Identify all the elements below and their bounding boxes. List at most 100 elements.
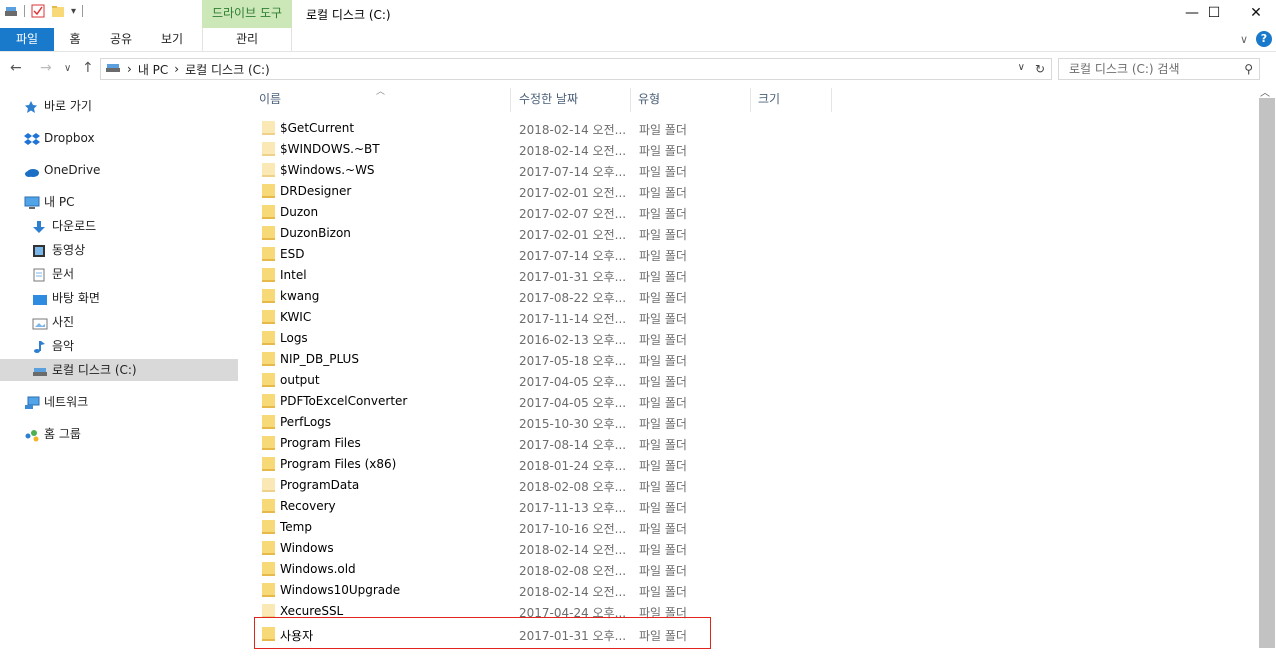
nav-item-pictures[interactable]: 사진	[0, 311, 238, 333]
address-bar[interactable]: › 내 PC › 로컬 디스크 (C:) ∨ ↻	[100, 58, 1052, 80]
nav-item-label: 내 PC	[44, 195, 75, 209]
file-type: 파일 폴더	[639, 375, 687, 389]
file-row[interactable]: Duzon 2017-02-07 오전... 파일 폴더	[256, 202, 716, 223]
tab-share[interactable]: 공유	[104, 28, 138, 51]
file-row[interactable]: $GetCurrent 2018-02-14 오전... 파일 폴더	[256, 118, 716, 139]
file-name: PerfLogs	[280, 415, 332, 429]
nav-item-desktop[interactable]: 바탕 화면	[0, 287, 238, 309]
tab-manage[interactable]: 관리	[202, 28, 292, 51]
nav-item-dropbox[interactable]: Dropbox	[0, 127, 238, 149]
column-divider[interactable]	[831, 88, 832, 112]
new-folder-icon[interactable]	[51, 4, 65, 18]
file-date: 2017-11-14 오전...	[519, 312, 627, 326]
file-row[interactable]: DRDesigner 2017-02-01 오전... 파일 폴더	[256, 181, 716, 202]
file-name: output	[280, 373, 320, 387]
file-row[interactable]: KWIC 2017-11-14 오전... 파일 폴더	[256, 307, 716, 328]
help-icon[interactable]: ?	[1256, 31, 1272, 47]
file-row[interactable]: ESD 2017-07-14 오후... 파일 폴더	[256, 244, 716, 265]
file-row[interactable]: Logs 2016-02-13 오후... 파일 폴더	[256, 328, 716, 349]
nav-item-network[interactable]: 네트워크	[0, 391, 238, 413]
ribbon-tabs: 파일 홈 공유 보기 관리 ∨ ?	[0, 28, 1276, 52]
file-row[interactable]: ProgramData 2018-02-08 오후... 파일 폴더	[256, 475, 716, 496]
search-icon[interactable]: ⚲	[1244, 59, 1253, 79]
file-row[interactable]: kwang 2017-08-22 오후... 파일 폴더	[256, 286, 716, 307]
nav-item-videos[interactable]: 동영상	[0, 239, 238, 261]
file-row[interactable]: Recovery 2017-11-13 오후... 파일 폴더	[256, 496, 716, 517]
forward-button[interactable]: →	[40, 60, 52, 76]
file-row[interactable]: PerfLogs 2015-10-30 오후... 파일 폴더	[256, 412, 716, 433]
nav-item-onedrive[interactable]: OneDrive	[0, 159, 238, 181]
nav-item-music[interactable]: 음악	[0, 335, 238, 357]
breadcrumb-separator[interactable]: ›	[174, 62, 179, 76]
address-dropdown-icon[interactable]: ∨	[1018, 62, 1025, 76]
close-button[interactable]: ✕	[1236, 2, 1276, 26]
file-row[interactable]: PDFToExcelConverter 2017-04-05 오후... 파일 폴더	[256, 391, 716, 412]
file-row[interactable]: Windows.old 2018-02-08 오전... 파일 폴더	[256, 559, 716, 580]
nav-item-this-pc[interactable]: 내 PC	[0, 191, 238, 213]
file-type: 파일 폴더	[639, 228, 687, 242]
file-row[interactable]: Temp 2017-10-16 오전... 파일 폴더	[256, 517, 716, 538]
tab-view[interactable]: 보기	[154, 28, 190, 51]
file-type: 파일 폴더	[639, 480, 687, 494]
drive-icon[interactable]	[4, 4, 18, 18]
file-name: Temp	[280, 520, 312, 534]
nav-item-downloads[interactable]: 다운로드	[0, 215, 238, 237]
up-button[interactable]: ↑	[82, 60, 94, 76]
column-header-size[interactable]: 크기	[758, 88, 780, 112]
tab-file[interactable]: 파일	[0, 28, 54, 51]
file-date: 2018-02-14 오전...	[519, 144, 627, 158]
file-name: Program Files	[280, 436, 361, 450]
maximize-button[interactable]: ☐	[1194, 2, 1234, 26]
file-row[interactable]: $WINDOWS.~BT 2018-02-14 오전... 파일 폴더	[256, 139, 716, 160]
toolbar-divider	[24, 5, 25, 17]
breadcrumb-separator[interactable]: ›	[127, 62, 132, 76]
file-date: 2018-02-08 오후...	[519, 480, 627, 494]
file-row[interactable]: Program Files (x86) 2018-01-24 오후... 파일 폴더	[256, 454, 716, 475]
properties-icon[interactable]	[31, 4, 45, 18]
column-header-date[interactable]: 수정한 날짜	[519, 88, 578, 112]
drive-icon	[105, 62, 121, 77]
expand-ribbon-icon[interactable]: ∨	[1240, 33, 1248, 46]
search-input[interactable]: 로컬 디스크 (C:) 검색 ⚲	[1058, 58, 1260, 80]
scrollbar-thumb[interactable]	[1259, 98, 1275, 648]
nav-item-documents[interactable]: 문서	[0, 263, 238, 285]
nav-item-homegroup[interactable]: 홈 그룹	[0, 423, 238, 445]
column-divider[interactable]	[750, 88, 751, 112]
nav-item-local-disk[interactable]: 로컬 디스크 (C:)	[0, 359, 238, 381]
search-placeholder: 로컬 디스크 (C:) 검색	[1069, 62, 1180, 76]
column-header-type[interactable]: 유형	[638, 88, 660, 112]
download-icon	[32, 219, 48, 233]
nav-item-label: 동영상	[52, 243, 86, 257]
back-button[interactable]: ←	[10, 60, 22, 76]
folder-icon	[262, 541, 275, 555]
file-name: ESD	[280, 247, 305, 261]
column-divider[interactable]	[510, 88, 511, 112]
file-row[interactable]: $Windows.~WS 2017-07-14 오후... 파일 폴더	[256, 160, 716, 181]
folder-icon	[262, 205, 275, 219]
file-date: 2017-02-01 오전...	[519, 228, 627, 242]
file-row[interactable]: DuzonBizon 2017-02-01 오전... 파일 폴더	[256, 223, 716, 244]
file-row[interactable]: NIP_DB_PLUS 2017-05-18 오후... 파일 폴더	[256, 349, 716, 370]
refresh-icon[interactable]: ↻	[1035, 62, 1045, 76]
tab-home[interactable]: 홈	[60, 28, 90, 51]
file-name: DuzonBizon	[280, 226, 351, 240]
column-header-name[interactable]: 이름	[259, 88, 281, 112]
folder-icon	[262, 310, 275, 324]
drive-tools-context-tab[interactable]: 드라이브 도구	[202, 0, 292, 28]
customize-toolbar-icon[interactable]: ▾	[71, 6, 76, 17]
breadcrumb-local-disk[interactable]: 로컬 디스크 (C:)	[185, 61, 270, 78]
nav-item-quick-access[interactable]: 바로 가기	[0, 95, 238, 117]
recent-locations-button[interactable]: ∨	[64, 63, 71, 74]
scroll-up-icon[interactable]: ︿	[1260, 84, 1270, 99]
file-row[interactable]: Windows10Upgrade 2018-02-14 오전... 파일 폴더	[256, 580, 716, 601]
title-bar: ▾ 드라이브 도구 로컬 디스크 (C:) — ☐ ✕	[0, 0, 1276, 28]
file-row[interactable]: Windows 2018-02-14 오전... 파일 폴더	[256, 538, 716, 559]
file-row[interactable]: output 2017-04-05 오후... 파일 폴더	[256, 370, 716, 391]
file-row[interactable]: Intel 2017-01-31 오후... 파일 폴더	[256, 265, 716, 286]
column-divider[interactable]	[630, 88, 631, 112]
vertical-scrollbar[interactable]: ︿	[1258, 84, 1276, 648]
breadcrumb-this-pc[interactable]: 내 PC	[138, 61, 168, 78]
file-row[interactable]: Program Files 2017-08-14 오후... 파일 폴더	[256, 433, 716, 454]
file-name: KWIC	[280, 310, 312, 324]
file-date: 2017-04-05 오후...	[519, 375, 627, 389]
